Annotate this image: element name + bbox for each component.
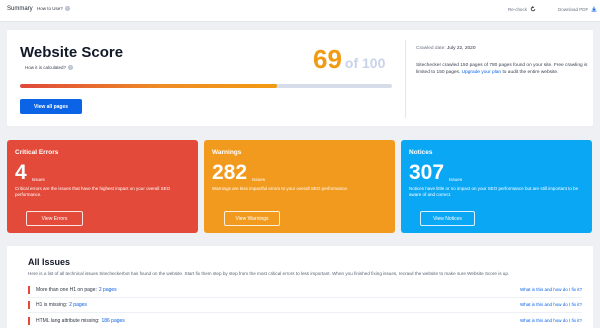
question-circle-icon: ? [68, 65, 74, 70]
critical-errors-title: Critical Errors [15, 149, 59, 156]
critical-errors-count-unit: Issues [31, 177, 45, 182]
issue-pages-link[interactable]: 2 pages [69, 302, 87, 308]
critical-errors-description: Critical errors are the issues that have… [15, 186, 171, 198]
recheck-button[interactable]: Re-check [508, 6, 536, 12]
all-issues-description: Here is a list of all technical issues S… [28, 271, 510, 276]
score-display: 69 of 100 [313, 44, 385, 75]
how-to-fix-link[interactable]: What is this and how do I fix it? [520, 302, 582, 307]
all-issues-title: All Issues [28, 257, 71, 267]
all-issues-panel: All Issues Here is a list of all technic… [7, 246, 593, 328]
warnings-count-value: 282 [212, 161, 248, 184]
download-pdf-label: Download PDF [558, 6, 589, 12]
notices-title: Notices [409, 149, 433, 156]
download-icon [591, 6, 597, 12]
how-to-use-link[interactable]: How to Use? ? [37, 6, 70, 11]
warnings-count: 282 Issues [212, 161, 265, 185]
recheck-label: Re-check [508, 6, 528, 12]
how-to-fix-link[interactable]: What is this and how do I fix it? [520, 287, 582, 292]
critical-errors-count: 4 Issues [15, 161, 45, 185]
notices-card: Notices 307 Issues Notices have little o… [401, 140, 592, 233]
crawl-info-text: Sitechecker crawled 150 pages of 780 pag… [416, 63, 596, 77]
crawled-date: Crawled date: July 22, 2020 [416, 46, 476, 51]
crawled-date-label: Crawled date: [416, 46, 446, 51]
how-calculated-label: How it is calculated? [25, 65, 67, 70]
issue-row: HTML lang attribute missing: 186 pages W… [28, 316, 582, 325]
notices-count-unit: Issues [449, 177, 463, 182]
top-bar: Summary How to Use? ? Re-check Download … [0, 0, 600, 22]
upgrade-plan-link[interactable]: Upgrade your plan [462, 70, 501, 75]
issue-row: H1 is missing: 2 pages What is this and … [28, 300, 582, 309]
website-score-card: Website Score How it is calculated? ? 69… [7, 30, 593, 126]
notices-description: Notices have little or no impact on your… [409, 186, 579, 198]
critical-errors-card: Critical Errors 4 Issues Critical errors… [7, 140, 198, 233]
severity-marker [28, 316, 30, 325]
critical-errors-count-value: 4 [15, 161, 27, 184]
warnings-title: Warnings [212, 149, 242, 156]
how-calculated-link[interactable]: How it is calculated? ? [25, 65, 74, 70]
view-notices-button[interactable]: View Notices [420, 211, 475, 226]
warnings-count-unit: Issues [252, 177, 266, 182]
crawl-info-after: to audit the entire website. [502, 69, 559, 75]
issue-label: H1 is missing: [36, 301, 68, 308]
view-errors-button[interactable]: View Errors [26, 211, 83, 226]
how-to-use-label: How to Use? [37, 6, 63, 11]
issue-pages-link[interactable]: 186 pages [101, 318, 124, 324]
issue-label: HTML lang attribute missing: [36, 317, 100, 324]
view-warnings-button[interactable]: View Warnings [224, 211, 280, 226]
notices-count-value: 307 [409, 161, 445, 184]
issue-label: More than one H1 on page: [36, 286, 97, 293]
score-value: 69 [313, 44, 342, 74]
question-circle-icon: ? [64, 6, 70, 11]
row-divider [28, 297, 582, 298]
how-to-fix-link[interactable]: What is this and how do I fix it? [520, 318, 582, 323]
issue-pages-link[interactable]: 2 pages [99, 287, 117, 293]
refresh-icon [530, 6, 536, 12]
website-score-title: Website Score [20, 44, 124, 61]
notices-count: 307 Issues [409, 161, 462, 185]
crawled-date-value: July 22, 2020 [446, 46, 476, 51]
score-progress-bar [20, 84, 392, 88]
row-divider [28, 312, 582, 313]
warnings-card: Warnings 282 Issues Warnings are less im… [204, 140, 395, 233]
severity-marker [28, 300, 30, 309]
score-progress-fill [20, 84, 277, 88]
warnings-description: Warnings are less impactful errors to yo… [212, 186, 349, 191]
download-pdf-button[interactable]: Download PDF [558, 6, 597, 12]
issue-row: More than one H1 on page: 2 pages What i… [28, 285, 582, 294]
tab-summary[interactable]: Summary [7, 6, 33, 12]
view-all-pages-button[interactable]: View all pages [20, 99, 82, 114]
score-max: of 100 [344, 55, 386, 71]
divider [405, 40, 406, 118]
severity-marker [28, 285, 30, 294]
